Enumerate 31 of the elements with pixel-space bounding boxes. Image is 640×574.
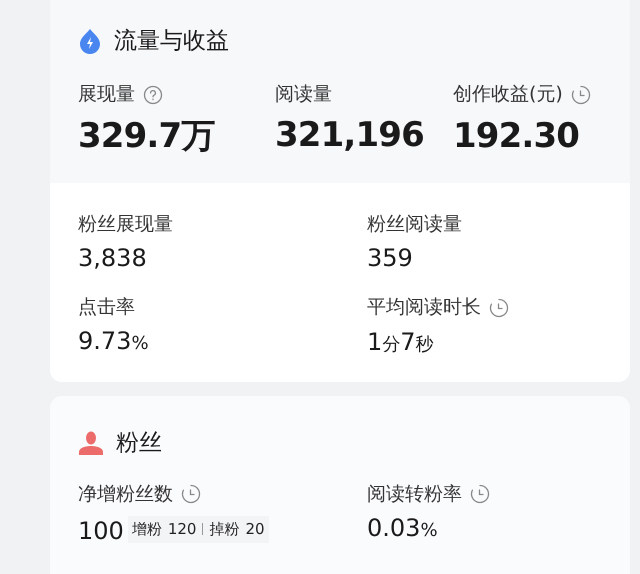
metric-label: 阅读转粉率 [367,484,462,504]
metric-value: 329.7万 [78,118,216,152]
help-icon[interactable] [143,84,163,104]
clock-icon[interactable] [470,484,490,504]
metric-label: 平均阅读时长 [367,298,481,317]
change-label: 掉粉 [209,519,240,540]
metric-label: 阅读量 [275,84,332,104]
clock-icon[interactable] [489,298,509,318]
metric-value: 321,196 [275,118,425,152]
metric-label: 展现量 [78,85,135,104]
metric-value: 100 [78,518,124,542]
clock-icon[interactable] [181,484,201,504]
metric-value: 0.03% [367,516,438,540]
metric-value: 1分7秒 [367,330,435,354]
section-title: 粉丝 [116,428,162,458]
change-value: 20 [245,519,265,540]
metric-value: 3,838 [78,246,148,270]
metric-value: 9.73% [78,328,150,352]
metric-label: 点击率 [78,298,135,316]
metric-label: 创作收益(元) [453,85,563,104]
metric-label: 粉丝阅读量 [367,214,462,234]
change-value: 120 [168,519,196,540]
change-label: 增粉 [132,519,162,540]
clock-icon[interactable] [570,84,591,104]
person-icon [78,430,104,456]
metric-label: 粉丝展现量 [78,214,173,234]
section-title: 流量与收益 [114,27,229,56]
metric-value: 359 [367,246,414,270]
lightning-drop-icon [78,28,102,54]
metric-value: 192.30 [453,118,580,152]
metric-label: 净增粉丝数 [78,484,173,504]
